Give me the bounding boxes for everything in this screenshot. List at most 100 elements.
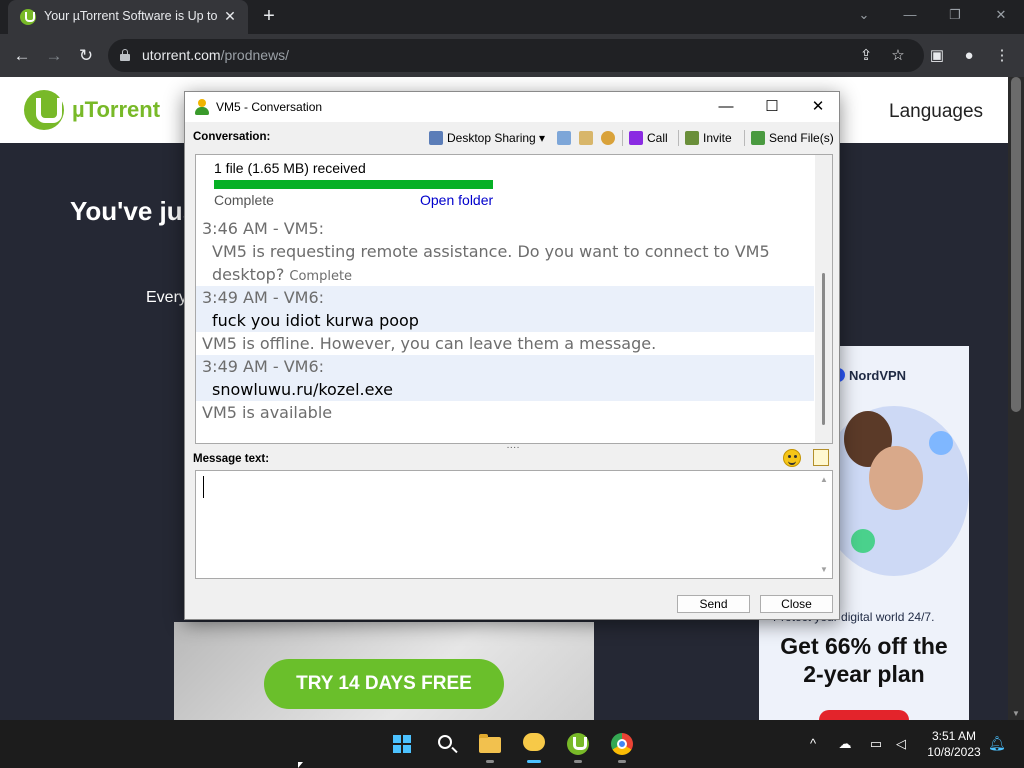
- scroll-down-icon[interactable]: ▼: [820, 565, 828, 574]
- pane-splitter-handle[interactable]: ····: [505, 443, 521, 453]
- scroll-up-icon[interactable]: ▲: [820, 475, 828, 484]
- utorrent-logo-icon[interactable]: [24, 90, 64, 130]
- share-icon[interactable]: ⇪: [856, 46, 876, 66]
- search-button[interactable]: [430, 728, 462, 760]
- notification-bell-icon[interactable]: 🔔︎: [988, 735, 1006, 751]
- restore-button[interactable]: ❐: [941, 4, 969, 26]
- scrollbar-thumb[interactable]: [1011, 77, 1021, 412]
- side-panel-icon[interactable]: ▣: [927, 46, 947, 66]
- browser-tab[interactable]: Your µTorrent Software is Up to Date ✕: [8, 0, 248, 34]
- new-tab-button[interactable]: +: [258, 6, 280, 28]
- message-item: 3:49 AM - VM6: snowluwu.ru/kozel.exe: [196, 355, 814, 401]
- emoticon-icon[interactable]: [783, 449, 801, 467]
- ad-brand: NordVPN: [849, 368, 907, 383]
- scroll-down-icon[interactable]: ▼: [1012, 709, 1020, 718]
- network-icon[interactable]: ▭: [867, 735, 885, 753]
- messenger-taskbar-button[interactable]: [518, 728, 550, 763]
- mouse-cursor-icon: [298, 762, 303, 768]
- message-body: fuck you idiot kurwa poop: [212, 311, 419, 330]
- dialog-minimize-button[interactable]: —: [703, 92, 749, 122]
- reload-icon[interactable]: ↻: [74, 44, 98, 68]
- message-item: VM5 is available: [196, 401, 814, 424]
- open-folder-link[interactable]: Open folder: [420, 192, 493, 208]
- message-text-label: Message text:: [193, 453, 270, 465]
- send-file-icon: [751, 131, 765, 145]
- conversation-window: VM5 - Conversation — ☐ ✕ Conversation: D…: [184, 91, 840, 620]
- forward-arrow-icon[interactable]: →: [42, 44, 66, 68]
- windows-taskbar: ^ ☁ ▭ ◁ 3:51 AM 10/8/2023 🔔︎: [0, 720, 1024, 768]
- dialog-close-button[interactable]: ✕: [795, 92, 841, 122]
- message-input[interactable]: [195, 470, 833, 579]
- message-system-text: desktop? Complete: [212, 265, 353, 284]
- ink-note-icon[interactable]: [813, 449, 829, 466]
- call-button[interactable]: Call: [629, 128, 668, 148]
- dialog-titlebar[interactable]: VM5 - Conversation — ☐ ✕: [185, 92, 839, 122]
- tab-title: Your µTorrent Software is Up to Date: [44, 9, 220, 23]
- send-button[interactable]: Send: [677, 595, 750, 613]
- ad-offer: Get 66% off the 2-year plan: [780, 633, 948, 687]
- video-call-icon: [629, 131, 643, 145]
- contact-card-icon[interactable]: [579, 131, 593, 145]
- desktop-sharing-icon: [429, 131, 443, 145]
- notebook-icon[interactable]: [557, 131, 571, 145]
- hero-subtitle: Every: [146, 289, 187, 306]
- site-brand[interactable]: µTorrent: [72, 97, 160, 123]
- tab-close-icon[interactable]: ✕: [222, 8, 238, 24]
- ad-button[interactable]: [819, 710, 909, 720]
- gears-icon[interactable]: [601, 131, 615, 145]
- taskbar-clock[interactable]: 3:51 AM 10/8/2023: [918, 728, 990, 760]
- file-progress-bar: [214, 180, 493, 189]
- volume-muted-icon[interactable]: ◁: [892, 735, 910, 753]
- browser-toolbar: ← → ↻ utorrent.com/prodnews/ ⇪ ☆ ▣ ● ⋮: [0, 34, 1024, 77]
- send-files-button[interactable]: Send File(s): [751, 128, 834, 148]
- message-item: 3:46 AM - VM5: VM5 is requesting remote …: [196, 217, 814, 286]
- conversation-history[interactable]: 1 file (1.65 MB) received Complete Open …: [195, 154, 833, 444]
- message-body: snowluwu.ru/kozel.exe: [212, 380, 393, 399]
- file-status: Complete: [214, 192, 274, 208]
- menu-kebab-icon[interactable]: ⋮: [992, 46, 1012, 66]
- clock-time: 3:51 AM: [931, 729, 977, 743]
- message-header: 3:49 AM - VM6:: [202, 357, 325, 376]
- location-badge-icon: [851, 529, 875, 553]
- page-scrollbar[interactable]: ▼: [1008, 77, 1024, 720]
- close-window-button[interactable]: ✕: [987, 4, 1015, 26]
- tab-search-icon[interactable]: ⌄: [850, 4, 878, 26]
- url-text: utorrent.com/prodnews/: [142, 47, 290, 63]
- message-input-scrollbar[interactable]: ▲ ▼: [816, 471, 832, 578]
- hand-badge-icon: [929, 431, 953, 455]
- invite-button[interactable]: Invite: [685, 128, 732, 148]
- back-arrow-icon[interactable]: ←: [10, 44, 34, 68]
- utorrent-taskbar-button[interactable]: [562, 728, 594, 763]
- progress-fill: [214, 180, 493, 189]
- dialog-maximize-button[interactable]: ☐: [749, 92, 795, 122]
- conversation-label: Conversation:: [193, 131, 271, 143]
- tray-chevron-icon[interactable]: ^: [804, 735, 822, 753]
- start-button[interactable]: [386, 728, 418, 760]
- languages-link[interactable]: Languages: [889, 101, 983, 123]
- hero-title: You've jus: [70, 196, 198, 226]
- file-transfer-card: 1 file (1.65 MB) received Complete Open …: [206, 157, 506, 213]
- profile-icon[interactable]: ●: [959, 46, 979, 66]
- browser-tabstrip: Your µTorrent Software is Up to Date ✕ +…: [0, 0, 1024, 34]
- desktop-sharing-button[interactable]: Desktop Sharing ▾: [429, 128, 545, 148]
- close-button[interactable]: Close: [760, 595, 833, 613]
- conversation-scrollbar[interactable]: [815, 155, 832, 443]
- address-bar[interactable]: utorrent.com/prodnews/ ⇪ ☆: [108, 39, 924, 72]
- file-received-text: 1 file (1.65 MB) received: [214, 160, 366, 176]
- file-explorer-button[interactable]: [474, 728, 506, 763]
- try-free-button[interactable]: TRY 14 DAYS FREE: [264, 659, 504, 709]
- message-header: 3:49 AM - VM6:: [202, 288, 325, 307]
- message-header: 3:46 AM - VM5:: [202, 219, 325, 238]
- utorrent-favicon-icon: [20, 9, 36, 25]
- toolbar-separator: [744, 130, 745, 146]
- chrome-taskbar-button[interactable]: [606, 728, 638, 763]
- minimize-button[interactable]: —: [896, 4, 924, 26]
- lock-icon: [120, 49, 130, 61]
- user-app-icon: [195, 99, 209, 115]
- message-status-text: VM5 is available: [202, 403, 333, 422]
- message-item: 3:49 AM - VM6: fuck you idiot kurwa poop: [196, 286, 814, 332]
- scrollbar-thumb[interactable]: [822, 273, 825, 425]
- onedrive-icon[interactable]: ☁: [836, 735, 854, 753]
- text-caret: [203, 476, 204, 498]
- bookmark-star-icon[interactable]: ☆: [888, 46, 908, 66]
